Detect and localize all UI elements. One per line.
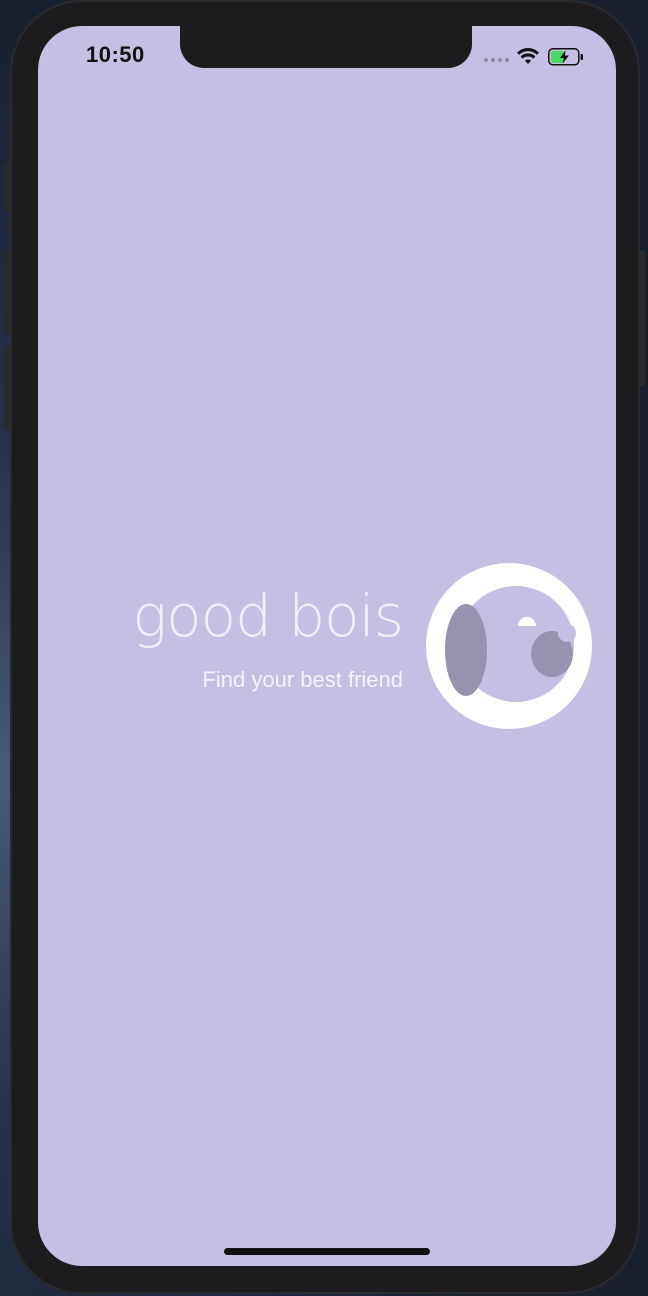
camera-notch [180,26,472,68]
volume-down-button [4,346,10,430]
power-button [640,250,645,386]
wifi-icon [517,48,539,64]
brand-tagline: Find your best friend [202,667,403,692]
home-indicator[interactable] [224,1248,430,1255]
brand-name: good bois [132,582,404,650]
status-time: 10:50 [86,42,145,67]
volume-up-button [4,250,10,334]
dog-face-logo-icon [426,563,592,729]
battery-charging-icon [548,48,583,66]
mute-switch [4,162,10,212]
cellular-signal-icon [484,58,509,62]
